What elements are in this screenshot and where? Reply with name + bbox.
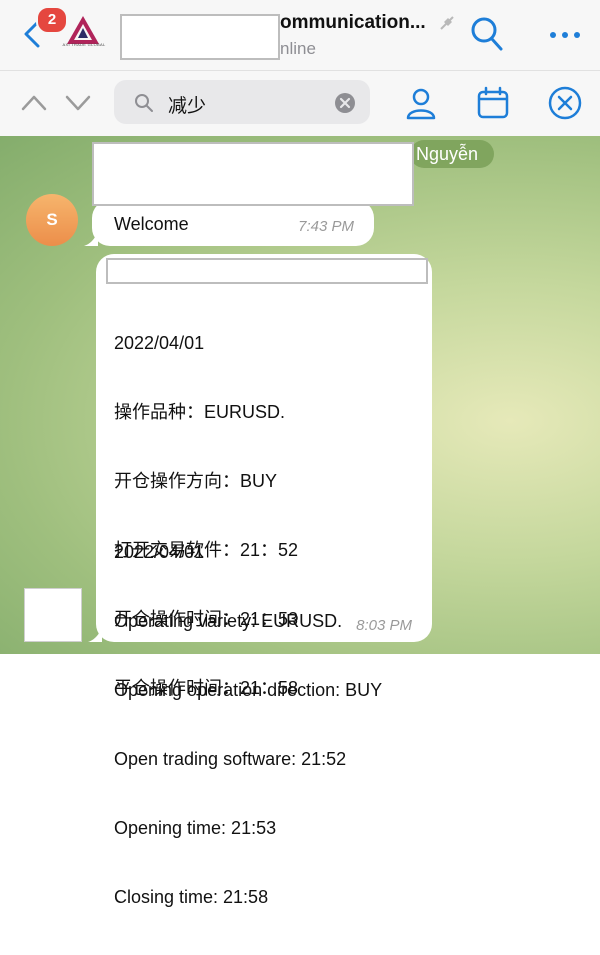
person-icon[interactable] bbox=[404, 86, 438, 120]
more-icon[interactable] bbox=[548, 30, 582, 40]
message-time: 7:43 PM bbox=[298, 218, 354, 235]
close-icon[interactable] bbox=[548, 86, 582, 120]
message-time: 8:03 PM bbox=[356, 617, 412, 634]
message-bubble[interactable]: Welcome 7:43 PM bbox=[92, 200, 374, 246]
chat-title[interactable]: ommunication... bbox=[280, 12, 426, 34]
bubble-tail bbox=[88, 628, 102, 642]
calendar-icon[interactable] bbox=[476, 86, 510, 120]
message-line: Closing time: 21:58 bbox=[114, 887, 269, 907]
message-line: Open trading software: 21:52 bbox=[114, 749, 347, 769]
redacted-area bbox=[92, 142, 414, 206]
magnifier-icon bbox=[134, 93, 154, 113]
logo-caption: AXI TRADE GLOBAL bbox=[62, 42, 106, 47]
message-lines-en: 2022/04/01 Operating variety: EURUSD. Op… bbox=[114, 495, 382, 955]
message-line: 操作品种：EURUSD. bbox=[114, 402, 286, 422]
message-text: Welcome bbox=[114, 214, 189, 234]
redacted-area bbox=[120, 14, 280, 60]
message-line: 2022/04/01 bbox=[114, 542, 205, 562]
sender-name[interactable]: Nguyễn bbox=[410, 140, 495, 168]
message-line: Operating variety: EURUSD. bbox=[114, 611, 343, 631]
clear-icon[interactable] bbox=[334, 92, 356, 114]
bubble-tail bbox=[84, 232, 98, 246]
search-icon[interactable] bbox=[470, 16, 504, 52]
message-line: Opening operation direction: BUY bbox=[114, 680, 383, 700]
chevron-up-icon[interactable] bbox=[20, 92, 48, 114]
chat-status: nline bbox=[280, 39, 316, 58]
search-query: 减少 bbox=[168, 96, 207, 117]
message-line: 开仓操作方向：BUY bbox=[114, 471, 278, 491]
message-line: 2022/04/01 bbox=[114, 333, 205, 353]
redacted-area bbox=[106, 258, 428, 284]
mute-icon bbox=[438, 14, 456, 32]
message-bubble[interactable]: 2022/04/01 操作品种：EURUSD. 开仓操作方向：BUY 打开交易软… bbox=[96, 254, 432, 907]
redacted-avatar bbox=[24, 588, 82, 642]
avatar[interactable]: S bbox=[26, 194, 78, 246]
chevron-down-icon[interactable] bbox=[64, 92, 92, 114]
message-line: Opening time: 21:53 bbox=[114, 818, 277, 838]
